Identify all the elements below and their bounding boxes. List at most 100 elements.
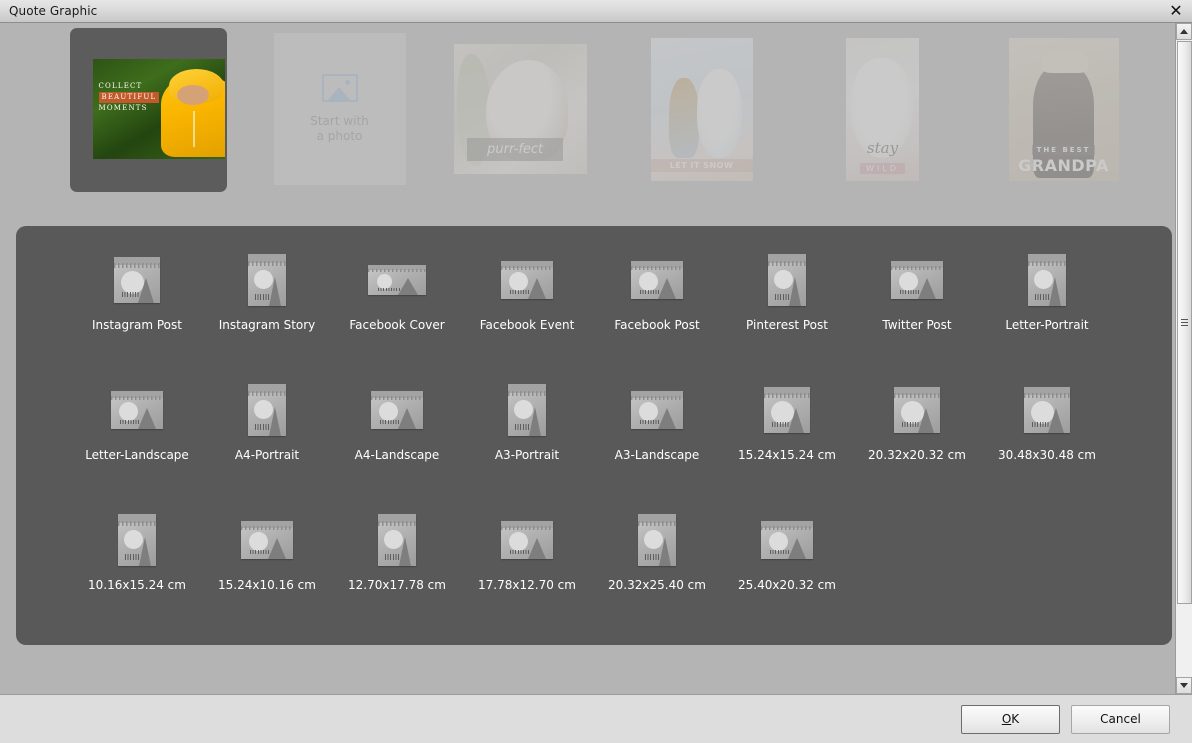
water-ripple-icon xyxy=(378,288,401,291)
size-option-25-40x20-32-cm[interactable]: 25.40x20.32 cm xyxy=(722,508,852,638)
template-tile-let-it-snow[interactable]: LET IT SNOW xyxy=(611,23,792,195)
landscape-thumbnail-icon xyxy=(241,521,293,559)
size-option-20-32x20-32-cm[interactable]: 20.32x20.32 cm xyxy=(852,378,982,508)
placeholder-text: Start with a photo xyxy=(310,114,369,144)
size-option-15-24x10-16-cm[interactable]: 15.24x10.16 cm xyxy=(202,508,332,638)
template-tile-purr-fect[interactable]: purr-fect xyxy=(430,23,611,195)
size-option-twitter-post[interactable]: Twitter Post xyxy=(852,248,982,378)
cancel-button[interactable]: Cancel xyxy=(1071,704,1170,734)
icon-perforation xyxy=(378,521,416,527)
size-option-a4-landscape[interactable]: A4-Landscape xyxy=(332,378,462,508)
water-ripple-icon xyxy=(1035,294,1050,300)
landscape-thumbnail-icon xyxy=(248,384,286,436)
icon-perforation xyxy=(241,526,293,531)
size-option-label: A3-Portrait xyxy=(494,448,560,462)
size-option-letter-landscape[interactable]: Letter-Landscape xyxy=(72,378,202,508)
size-option-a3-portrait[interactable]: A3-Portrait xyxy=(462,378,592,508)
water-ripple-icon xyxy=(255,424,270,430)
vertical-scrollbar[interactable] xyxy=(1175,23,1192,694)
pine-tree-icon xyxy=(788,538,806,559)
size-option-icon-wrap xyxy=(72,508,202,572)
size-grid: Instagram Post Instagram Story Facebook Co… xyxy=(30,248,1158,638)
landscape-thumbnail-icon xyxy=(501,261,553,299)
icon-perforation xyxy=(894,393,940,399)
size-option-label: 30.48x30.48 cm xyxy=(998,448,1096,462)
landscape-thumbnail-icon xyxy=(631,261,683,299)
size-option-10-16x15-24-cm[interactable]: 10.16x15.24 cm xyxy=(72,508,202,638)
template-caption: purr-fect xyxy=(467,138,564,161)
sun-icon xyxy=(254,270,273,289)
cancel-label: Cancel xyxy=(1100,712,1141,726)
quote-line-2: BEAUTIFUL xyxy=(98,92,160,103)
size-option-label: A3-Landscape xyxy=(614,448,700,462)
sun-icon xyxy=(509,532,528,551)
landscape-thumbnail-icon xyxy=(118,514,156,566)
child-shape xyxy=(668,77,700,158)
ok-button[interactable]: OK xyxy=(961,704,1060,734)
size-option-label: Instagram Story xyxy=(218,318,316,332)
size-option-letter-portrait[interactable]: Letter-Portrait xyxy=(982,248,1112,378)
icon-perforation xyxy=(761,526,813,531)
size-option-facebook-post[interactable]: Facebook Post xyxy=(592,248,722,378)
icon-perforation xyxy=(1028,261,1066,267)
size-option-facebook-cover[interactable]: Facebook Cover xyxy=(332,248,462,378)
size-option-12-70x17-78-cm[interactable]: 12.70x17.78 cm xyxy=(332,508,462,638)
size-option-label: 20.32x25.40 cm xyxy=(608,578,706,592)
size-option-30-48x30-48-cm[interactable]: 30.48x30.48 cm xyxy=(982,378,1112,508)
size-option-instagram-post[interactable]: Instagram Post xyxy=(72,248,202,378)
sun-icon xyxy=(249,532,268,551)
template-tile-stay-wild[interactable]: stay WILD xyxy=(792,23,973,195)
scrollbar-thumb[interactable] xyxy=(1177,41,1192,604)
landscape-thumbnail-icon xyxy=(111,391,163,429)
sun-icon xyxy=(509,272,528,291)
icon-perforation xyxy=(508,391,546,397)
quote-overlay: COLLECT BEAUTIFUL MOMENTS xyxy=(98,81,194,114)
icon-perforation xyxy=(631,396,683,401)
size-option-a3-landscape[interactable]: A3-Landscape xyxy=(592,378,722,508)
landscape-thumbnail-icon xyxy=(248,254,286,306)
water-ripple-icon xyxy=(770,550,791,554)
hat-shape xyxy=(1041,50,1088,74)
size-option-icon-wrap xyxy=(852,378,982,442)
sun-icon xyxy=(1034,270,1053,289)
size-option-label: Instagram Post xyxy=(92,318,182,332)
template-tile-start-with-a-photo[interactable]: Start with a photo xyxy=(249,23,430,195)
snowman-shape xyxy=(697,68,743,158)
sun-icon xyxy=(377,274,392,289)
sun-icon xyxy=(901,401,924,424)
water-ripple-icon xyxy=(640,420,661,424)
template-tile-collect-beautiful-moments[interactable]: COLLECT BEAUTIFUL MOMENTS xyxy=(68,23,249,195)
close-icon[interactable]: ✕ xyxy=(1166,1,1186,21)
size-option-icon-wrap xyxy=(462,378,592,442)
pine-tree-icon xyxy=(918,278,936,299)
sun-icon xyxy=(899,272,918,291)
size-option-label: Facebook Post xyxy=(614,318,700,332)
scroll-up-button[interactable] xyxy=(1176,23,1192,40)
dialog-body: COLLECT BEAUTIFUL MOMENTS Start with a p… xyxy=(0,23,1192,694)
size-option-icon-wrap xyxy=(982,248,1112,312)
sun-icon xyxy=(121,271,144,294)
photo-placeholder-tile: Start with a photo xyxy=(273,33,406,185)
title-bar: Quote Graphic ✕ xyxy=(0,0,1192,23)
size-option-20-32x25-40-cm[interactable]: 20.32x25.40 cm xyxy=(592,508,722,638)
template-caption: LET IT SNOW xyxy=(650,158,753,172)
size-option-facebook-event[interactable]: Facebook Event xyxy=(462,248,592,378)
scroll-down-button[interactable] xyxy=(1176,677,1192,694)
water-ripple-icon xyxy=(772,422,790,427)
size-option-icon-wrap xyxy=(332,508,462,572)
size-option-label: Facebook Event xyxy=(479,318,575,332)
template-tile-the-best-grandpa[interactable]: THE BEST GRANDPA xyxy=(973,23,1154,195)
size-option-icon-wrap xyxy=(592,508,722,572)
size-option-a4-portrait[interactable]: A4-Portrait xyxy=(202,378,332,508)
image-placeholder-icon xyxy=(321,74,358,102)
size-option-15-24x15-24-cm[interactable]: 15.24x15.24 cm xyxy=(722,378,852,508)
size-option-icon-wrap xyxy=(72,248,202,312)
size-option-label: 12.70x17.78 cm xyxy=(348,578,446,592)
size-option-17-78x12-70-cm[interactable]: 17.78x12.70 cm xyxy=(462,508,592,638)
icon-perforation xyxy=(114,263,160,269)
water-ripple-icon xyxy=(510,550,531,554)
size-option-instagram-story[interactable]: Instagram Story xyxy=(202,248,332,378)
caption-block: WILD xyxy=(860,162,905,174)
water-ripple-icon xyxy=(125,554,140,560)
size-option-pinterest-post[interactable]: Pinterest Post xyxy=(722,248,852,378)
